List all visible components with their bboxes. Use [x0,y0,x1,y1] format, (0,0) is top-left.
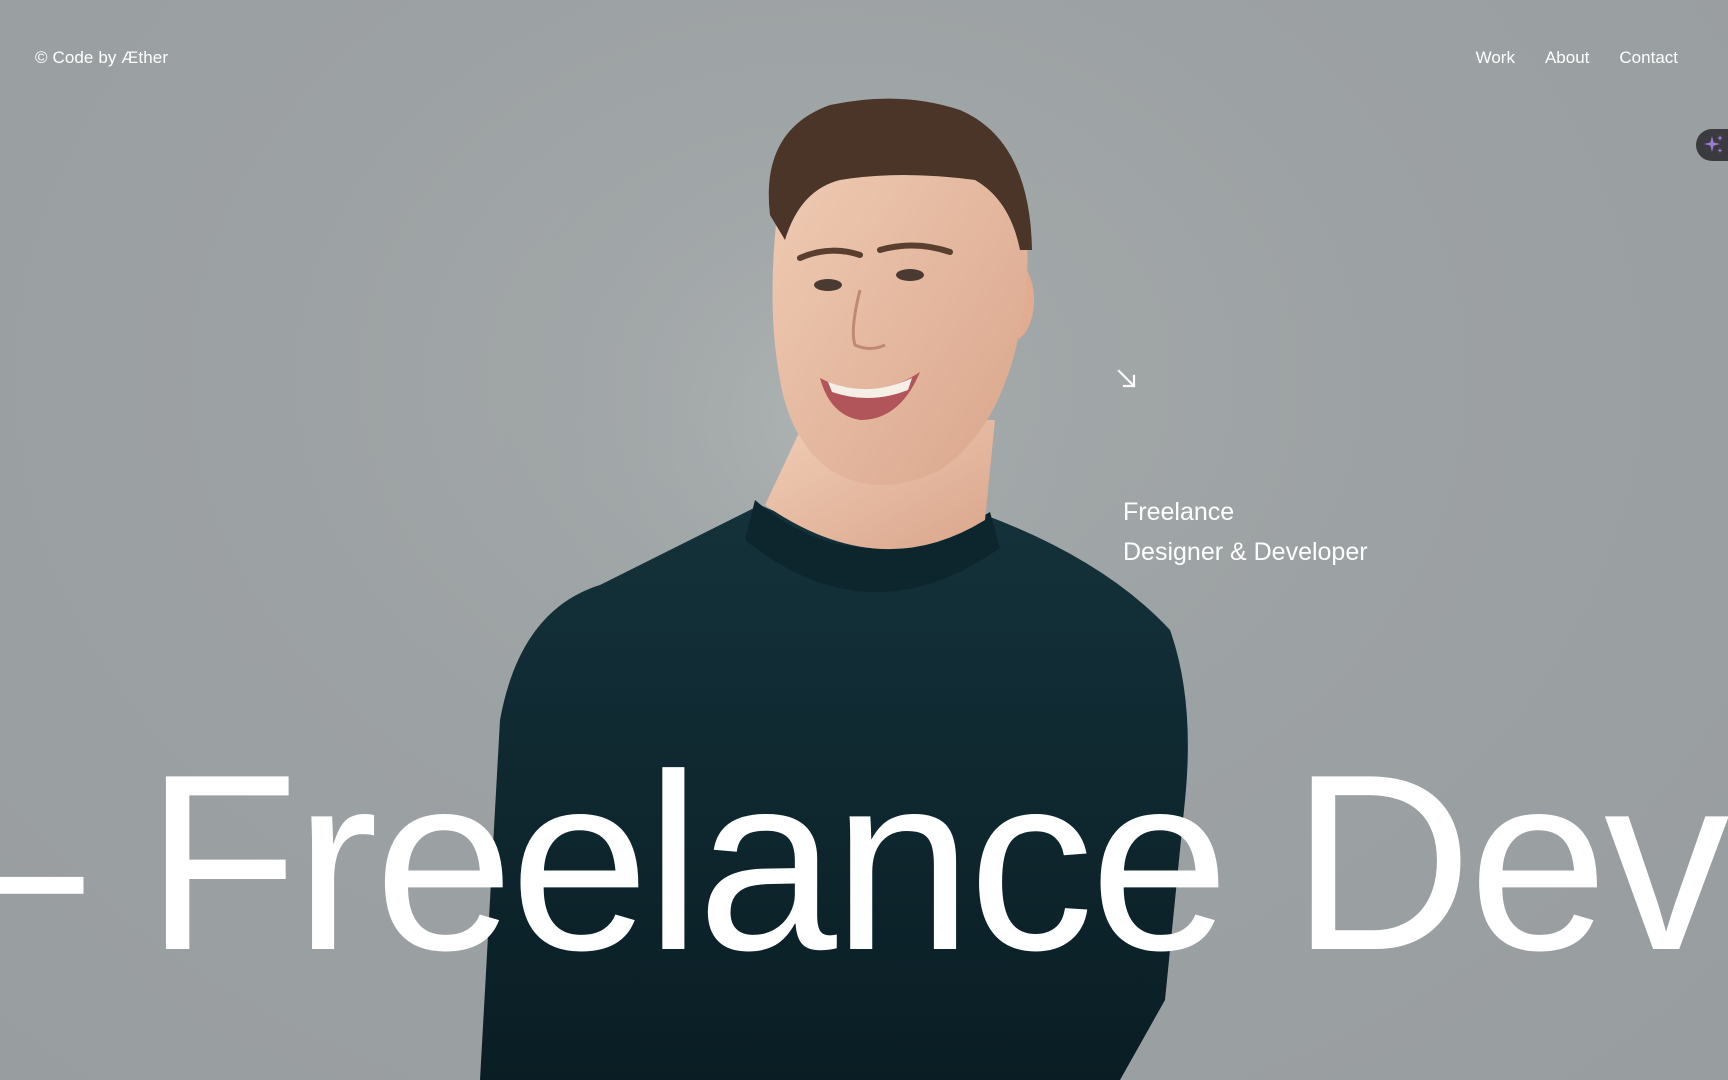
site-logo[interactable]: © Code by Æther [35,48,168,68]
nav-link-about[interactable]: About [1545,48,1589,68]
tagline-line-1: Freelance [1123,498,1235,526]
assistant-button[interactable] [1696,129,1728,161]
sparkle-icon [1704,135,1723,153]
marquee-headline: – Freelance Developer [0,723,1728,1003]
nav-link-work[interactable]: Work [1476,48,1515,68]
main-nav: Work About Contact [1476,48,1678,68]
tagline-line-2: Designer & Developer [1123,538,1368,566]
nav-link-contact[interactable]: Contact [1619,48,1678,68]
arrow-down-right-icon [1117,369,1136,388]
tagline: Freelance Designer & Developer [1123,492,1368,572]
hero-section: © Code by Æther Work About Contact Freel… [0,0,1728,1080]
